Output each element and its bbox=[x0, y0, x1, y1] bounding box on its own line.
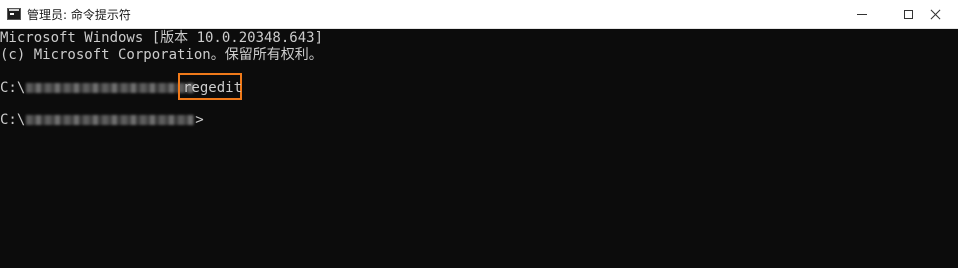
minimize-icon bbox=[857, 14, 867, 15]
prompt-symbol: > bbox=[195, 112, 204, 128]
close-button[interactable] bbox=[912, 0, 958, 29]
redacted-path bbox=[26, 115, 195, 125]
close-icon bbox=[930, 9, 941, 20]
cmd-icon bbox=[7, 8, 21, 20]
console-command: regedit bbox=[183, 80, 243, 96]
console-output[interactable]: Microsoft Windows [版本 10.0.20348.643] (c… bbox=[0, 29, 958, 268]
command-prompt-window: 管理员: 命令提示符 Microsoft Windows [版本 10.0.20… bbox=[0, 0, 958, 268]
console-line-version: Microsoft Windows [版本 10.0.20348.643] bbox=[0, 30, 324, 46]
minimize-button[interactable] bbox=[839, 0, 885, 29]
title-bar[interactable]: 管理员: 命令提示符 bbox=[0, 0, 958, 29]
console-prompt-line-current[interactable]: C:\ > bbox=[0, 111, 204, 129]
window-title: 管理员: 命令提示符 bbox=[27, 8, 131, 22]
prompt-drive: C:\ bbox=[0, 80, 26, 96]
redacted-path bbox=[26, 83, 195, 93]
prompt-drive: C:\ bbox=[0, 112, 26, 128]
console-line-copyright: (c) Microsoft Corporation。保留所有权利。 bbox=[0, 47, 323, 63]
console-prompt-line: C:\ bbox=[0, 79, 195, 97]
